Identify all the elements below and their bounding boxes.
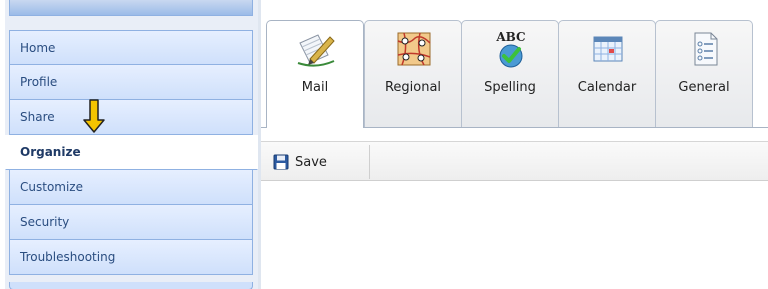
nav-footer xyxy=(9,282,253,289)
floppy-disk-icon xyxy=(273,154,289,170)
nav-item-profile[interactable]: Profile xyxy=(9,65,253,100)
svg-text:ABC: ABC xyxy=(495,30,525,44)
regional-map-icon xyxy=(397,32,431,66)
tab-mail[interactable]: Mail xyxy=(266,20,364,128)
tab-spelling-label: Spelling xyxy=(484,80,536,95)
nav-item-home[interactable]: Home xyxy=(9,30,253,65)
tab-strip: Mail Regional ABC Spelling Calendar Gene… xyxy=(261,0,768,128)
mail-writing-icon xyxy=(297,34,335,67)
tab-calendar[interactable]: Calendar xyxy=(558,20,656,127)
nav-header-bar xyxy=(9,0,253,16)
nav-list: Home Profile Share Organize Customize Se… xyxy=(5,30,258,275)
down-arrow-icon xyxy=(83,99,105,133)
toolbar: Save xyxy=(261,141,768,181)
general-list-icon xyxy=(694,32,718,66)
tab-regional[interactable]: Regional xyxy=(364,20,462,127)
toolbar-separator xyxy=(369,145,370,179)
calendar-icon xyxy=(593,36,623,62)
nav-item-organize[interactable]: Organize xyxy=(5,135,258,170)
nav-item-security[interactable]: Security xyxy=(9,205,253,240)
settings-content: Mail Regional ABC Spelling Calendar Gene… xyxy=(261,0,768,289)
nav-item-customize[interactable]: Customize xyxy=(9,170,253,205)
tab-general[interactable]: General xyxy=(655,20,753,127)
abc-check-icon: ABC xyxy=(495,30,526,68)
tab-spelling[interactable]: ABC Spelling xyxy=(461,20,559,127)
save-label: Save xyxy=(295,154,327,170)
tab-regional-label: Regional xyxy=(384,80,442,95)
tab-calendar-label: Calendar xyxy=(577,80,637,95)
save-button[interactable]: Save xyxy=(267,148,335,176)
settings-nav: Home Profile Share Organize Customize Se… xyxy=(5,0,258,289)
tab-mail-label: Mail xyxy=(301,80,329,95)
tab-general-label: General xyxy=(678,80,730,95)
nav-item-share[interactable]: Share xyxy=(9,100,253,135)
nav-item-troubleshooting[interactable]: Troubleshooting xyxy=(9,240,253,275)
